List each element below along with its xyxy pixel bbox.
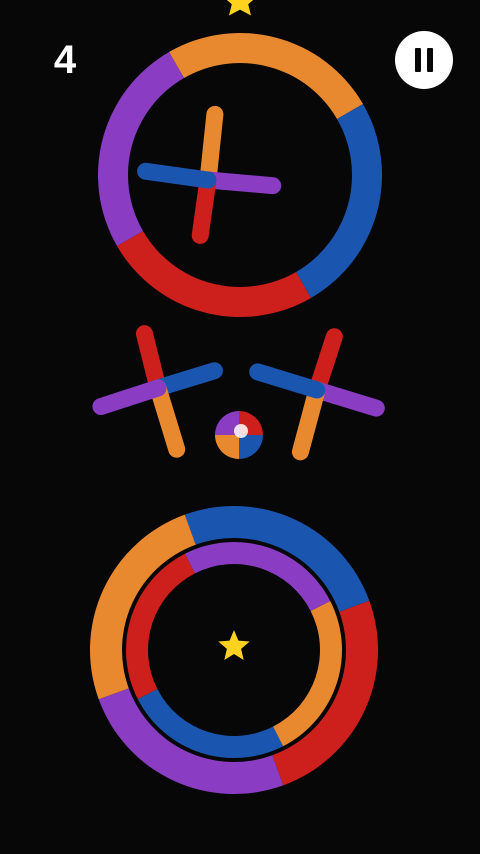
player-ball: [215, 411, 263, 459]
ball-highlight: [234, 424, 248, 438]
cross-arm-blue: [137, 162, 217, 189]
cross-arm-orange: [199, 105, 224, 189]
pause-button[interactable]: [395, 31, 453, 89]
score-counter: 4: [53, 38, 77, 82]
game-canvas[interactable]: [0, 0, 480, 854]
pause-icon: [415, 48, 433, 72]
cross-arm-purple: [199, 171, 282, 195]
